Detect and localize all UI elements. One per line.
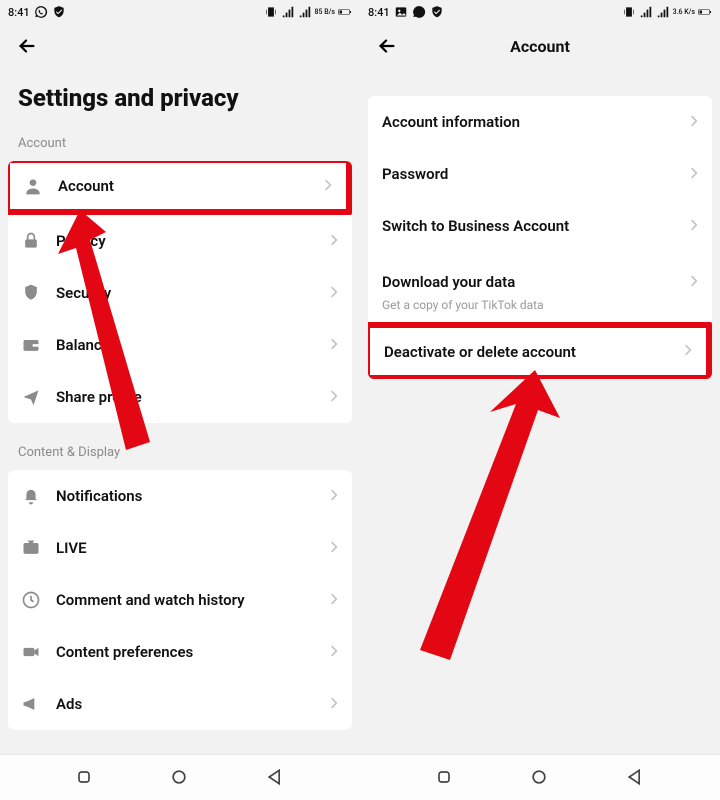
- section-content-label: Content & Display: [0, 427, 360, 470]
- shield-icon: [20, 282, 42, 304]
- chevron-right-icon: [684, 342, 694, 361]
- vibrate-icon: [264, 5, 278, 19]
- share-icon: [20, 386, 42, 408]
- row-label: Privacy: [56, 232, 330, 250]
- row-content-preferences[interactable]: Content preferences: [8, 626, 352, 678]
- topbar: [0, 24, 360, 68]
- shield-icon: [430, 5, 444, 19]
- chevron-right-icon: [324, 177, 334, 196]
- chevron-right-icon: [330, 539, 340, 558]
- nav-back-icon[interactable]: [265, 767, 287, 789]
- chevron-right-icon: [330, 232, 340, 251]
- content-area: Account Account Privacy Security Balance: [0, 118, 360, 754]
- megaphone-icon: [20, 693, 42, 715]
- chevron-right-icon: [330, 643, 340, 662]
- row-label: Account: [58, 177, 324, 195]
- row-switch-business[interactable]: Switch to Business Account: [368, 200, 712, 252]
- battery-icon: [698, 5, 712, 19]
- row-label: Balance: [56, 336, 330, 354]
- clock-icon: [20, 589, 42, 611]
- system-navbar: [0, 754, 360, 800]
- battery-icon: [338, 5, 352, 19]
- back-button[interactable]: [374, 33, 400, 59]
- chevron-right-icon: [330, 695, 340, 714]
- row-label: Content preferences: [56, 643, 330, 661]
- whatsapp-icon: [412, 5, 426, 19]
- chevron-right-icon: [690, 273, 700, 292]
- row-password[interactable]: Password: [368, 148, 712, 200]
- row-label: Account information: [382, 113, 690, 131]
- signal2-icon: [298, 5, 312, 19]
- signal2-icon: [656, 5, 670, 19]
- row-label: Share profile: [56, 388, 330, 406]
- screen-settings: 8:41 85 B/s Settings and privacy Account: [0, 0, 360, 800]
- row-balance[interactable]: Balance: [8, 319, 352, 371]
- vibrate-icon: [622, 5, 636, 19]
- back-button[interactable]: [14, 33, 40, 59]
- row-download-data[interactable]: Download your data: [368, 252, 712, 304]
- chevron-right-icon: [330, 284, 340, 303]
- signal-icon: [639, 5, 653, 19]
- chevron-right-icon: [690, 217, 700, 236]
- signal-icon: [281, 5, 295, 19]
- row-share-profile[interactable]: Share profile: [8, 371, 352, 423]
- row-label: Download your data: [382, 273, 690, 291]
- system-navbar: [360, 754, 720, 800]
- topbar: Account: [360, 24, 720, 68]
- row-live[interactable]: LIVE: [8, 522, 352, 574]
- row-label: Notifications: [56, 487, 330, 505]
- bell-icon: [20, 485, 42, 507]
- row-ads[interactable]: Ads: [8, 678, 352, 730]
- lock-icon: [20, 230, 42, 252]
- row-account[interactable]: Account: [8, 161, 352, 215]
- row-label: Password: [382, 165, 690, 183]
- nav-recents-icon[interactable]: [74, 767, 96, 789]
- row-label: Deactivate or delete account: [384, 343, 684, 361]
- row-comment-history[interactable]: Comment and watch history: [8, 574, 352, 626]
- nav-back-icon[interactable]: [625, 767, 647, 789]
- nav-home-icon[interactable]: [529, 767, 551, 789]
- row-privacy[interactable]: Privacy: [8, 215, 352, 267]
- image-icon: [394, 5, 408, 19]
- row-deactivate-delete[interactable]: Deactivate or delete account: [368, 322, 712, 379]
- screen-account: 8:41 3.6 K/s Account Account information: [360, 0, 720, 800]
- section-account-label: Account: [0, 118, 360, 161]
- card-content-display: Notifications LIVE Comment and watch his…: [8, 470, 352, 730]
- shield-icon: [52, 5, 66, 19]
- card-account-options: Account information Password Switch to B…: [368, 96, 712, 379]
- topbar-title: Account: [360, 37, 720, 56]
- chevron-right-icon: [330, 487, 340, 506]
- nav-recents-icon[interactable]: [434, 767, 456, 789]
- row-notifications[interactable]: Notifications: [8, 470, 352, 522]
- video-icon: [20, 641, 42, 663]
- chevron-right-icon: [330, 591, 340, 610]
- row-security[interactable]: Security: [8, 267, 352, 319]
- chevron-right-icon: [690, 165, 700, 184]
- row-label: Security: [56, 284, 330, 302]
- row-account-information[interactable]: Account information: [368, 96, 712, 148]
- whatsapp-icon: [34, 5, 48, 19]
- content-area: Account information Password Switch to B…: [360, 68, 720, 754]
- page-title: Settings and privacy: [0, 68, 360, 118]
- wallet-icon: [20, 334, 42, 356]
- nav-home-icon[interactable]: [169, 767, 191, 789]
- chevron-right-icon: [690, 113, 700, 132]
- chevron-right-icon: [330, 388, 340, 407]
- row-label: Switch to Business Account: [382, 217, 690, 235]
- live-icon: [20, 537, 42, 559]
- row-label: LIVE: [56, 539, 330, 557]
- row-label: Ads: [56, 695, 330, 713]
- row-label: Comment and watch history: [56, 591, 330, 609]
- card-account: Account Privacy Security Balance Share p: [8, 161, 352, 423]
- net-speed: 85 B/s: [315, 9, 335, 16]
- status-time: 8:41: [8, 6, 30, 19]
- person-icon: [22, 175, 44, 197]
- status-bar: 8:41 85 B/s: [0, 0, 360, 24]
- net-speed: 3.6 K/s: [673, 9, 695, 16]
- status-bar: 8:41 3.6 K/s: [360, 0, 720, 24]
- chevron-right-icon: [330, 336, 340, 355]
- status-time: 8:41: [368, 6, 390, 19]
